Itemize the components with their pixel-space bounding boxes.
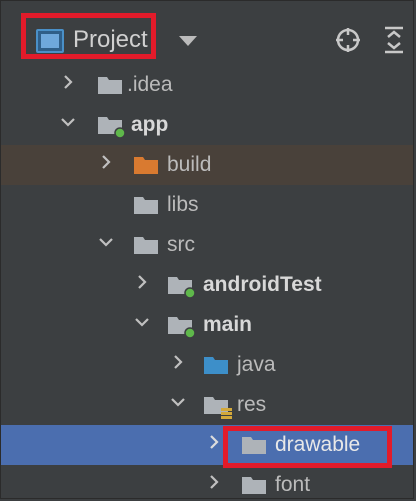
tree-item-build[interactable]: build xyxy=(1,145,413,185)
chevron-right-icon[interactable] xyxy=(59,73,77,91)
chevron-right-icon[interactable] xyxy=(169,353,187,371)
tree-item-androidtest[interactable]: androidTest xyxy=(1,265,413,305)
module-folder-icon xyxy=(98,117,126,139)
tree-item-label: main xyxy=(203,313,253,336)
chevron-down-icon[interactable] xyxy=(97,233,115,251)
tree-item-label: .idea xyxy=(127,73,173,96)
chevron-right-icon[interactable] xyxy=(97,153,115,171)
tree-item-label: font xyxy=(275,473,311,496)
excluded-folder-icon xyxy=(134,157,158,174)
chevron-down-icon[interactable] xyxy=(179,36,197,46)
chevron-down-icon[interactable] xyxy=(133,313,151,331)
folder-icon xyxy=(134,197,158,214)
tree-item-main[interactable]: main xyxy=(1,305,413,345)
tree-item-label: drawable xyxy=(275,433,361,456)
tree-item-idea[interactable]: .idea xyxy=(1,65,413,105)
crosshair-icon[interactable] xyxy=(335,27,361,53)
folder-icon xyxy=(98,77,122,94)
chevron-down-icon[interactable] xyxy=(59,113,77,131)
tree-item-label: src xyxy=(167,233,195,256)
tree-item-font[interactable]: font xyxy=(1,465,413,498)
tree-item-libs[interactable]: libs xyxy=(1,185,413,225)
tree-item-label: app xyxy=(131,113,169,136)
chevron-right-icon[interactable] xyxy=(205,473,223,491)
project-view-highlight xyxy=(21,13,156,59)
folder-icon xyxy=(134,237,158,254)
tree-item-label: res xyxy=(237,393,267,416)
tree-item-src[interactable]: src xyxy=(1,225,413,265)
folder-icon xyxy=(242,437,266,454)
tree-item-app[interactable]: app xyxy=(1,105,413,145)
project-tool-window: Project .idea app build libs src android… xyxy=(0,0,414,499)
tree-item-java[interactable]: java xyxy=(1,345,413,385)
folder-icon xyxy=(242,477,266,494)
tree-item-label: build xyxy=(167,153,212,176)
module-folder-icon xyxy=(168,277,196,299)
tree-item-label: libs xyxy=(167,193,199,216)
tree-item-drawable[interactable]: drawable xyxy=(1,425,413,465)
chevron-down-icon[interactable] xyxy=(169,393,187,411)
chevron-right-icon[interactable] xyxy=(205,433,223,451)
project-toolbar: Project xyxy=(1,1,413,63)
resource-folder-icon xyxy=(204,397,232,419)
tree-item-label: androidTest xyxy=(203,273,322,296)
tree-item-res[interactable]: res xyxy=(1,385,413,425)
tree-item-label: java xyxy=(237,353,276,376)
source-folder-icon xyxy=(204,357,228,374)
collapse-all-icon[interactable] xyxy=(383,25,405,55)
module-folder-icon xyxy=(168,317,196,339)
chevron-right-icon[interactable] xyxy=(133,273,151,291)
